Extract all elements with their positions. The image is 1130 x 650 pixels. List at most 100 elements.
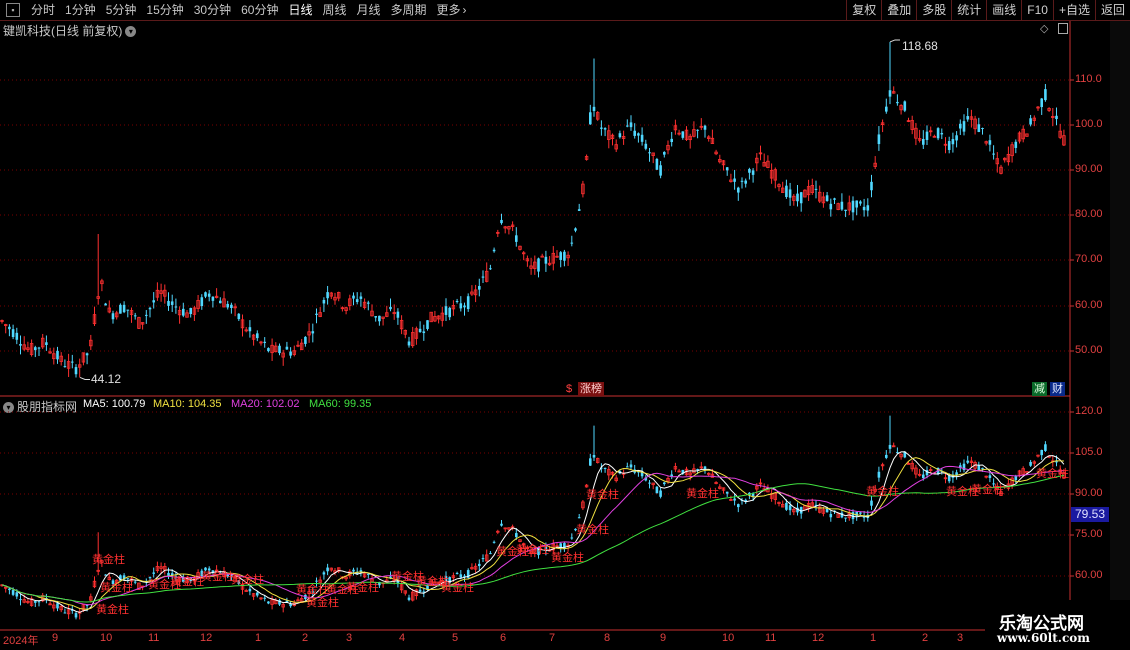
ind-candle-body	[570, 537, 574, 539]
main-candle-body	[478, 286, 481, 290]
ind-candle-body	[648, 482, 651, 484]
main-candle-body	[355, 299, 359, 303]
golden-pillar-signal: 黄金柱	[296, 584, 329, 596]
ind-candle-body	[626, 466, 629, 468]
main-candle-body	[785, 185, 788, 198]
ind-candle-body	[489, 553, 492, 555]
main-candle-body	[352, 295, 355, 299]
time-axis-label: 1	[255, 632, 262, 644]
ind-candle-body	[459, 574, 463, 578]
main-candle-body	[289, 351, 292, 356]
main-candle-body	[374, 316, 377, 318]
main-candle-body	[230, 304, 233, 308]
main-y-tick-label: 80.00	[1075, 208, 1103, 220]
zhangbang-badge[interactable]: 涨榜	[578, 382, 604, 396]
main-candle-body	[922, 139, 925, 145]
main-candle-body	[855, 200, 858, 208]
main-candle-body	[825, 195, 829, 202]
main-candle-body	[226, 303, 229, 308]
main-candle-body	[626, 125, 629, 127]
ind-candle-body	[629, 464, 633, 468]
watermark: 乐淘公式网 www.60lt.com	[985, 600, 1130, 650]
main-candle-body	[448, 307, 451, 318]
ind-candle-body	[19, 599, 22, 601]
main-candle-body	[733, 178, 736, 182]
jian-badge[interactable]: 减	[1032, 382, 1047, 396]
golden-pillar-signal: 黄金柱	[551, 552, 584, 564]
main-candle-body	[237, 313, 241, 320]
ind-candle-body	[133, 581, 137, 583]
ind-candle-body	[977, 465, 981, 471]
main-candle-body	[648, 152, 651, 154]
golden-pillar-signal: 黄金柱	[866, 486, 899, 498]
main-candle-body	[500, 219, 503, 224]
ind-candle-body	[733, 498, 736, 501]
golden-pillar-signal: 黄金柱	[516, 544, 549, 556]
main-candle-body	[315, 313, 318, 315]
main-candle-body	[285, 346, 289, 350]
ind-candle-body	[204, 567, 207, 571]
main-candle-body	[389, 306, 392, 310]
main-candle-body	[444, 306, 448, 315]
money-icon[interactable]: $	[566, 382, 572, 396]
main-candle-body	[426, 320, 429, 329]
ind-candle-body	[577, 517, 581, 519]
main-candle-body	[600, 127, 603, 129]
main-candle-body	[862, 206, 866, 211]
main-candle-body	[796, 193, 799, 202]
main-candle-body	[737, 187, 740, 193]
ind-candle-body	[315, 580, 318, 582]
main-candle-body	[703, 125, 707, 130]
main-candle-body	[947, 141, 951, 150]
time-axis-label: 3	[346, 632, 353, 644]
golden-pillar-signal: 黄金柱	[100, 582, 133, 594]
main-candle-body	[515, 235, 518, 242]
main-candle-body	[74, 367, 78, 375]
main-candle-body	[896, 101, 899, 104]
main-candle-body	[204, 292, 207, 297]
main-candle-body	[174, 306, 178, 308]
time-axis-label: 3	[957, 632, 964, 644]
main-candle-body	[936, 128, 940, 139]
low-pointer	[79, 376, 90, 380]
ind-candle-body	[696, 468, 699, 470]
main-candle-body	[633, 130, 636, 136]
main-candle-body	[618, 133, 622, 138]
main-candle-body	[311, 331, 315, 334]
time-axis-label: 11	[148, 632, 160, 644]
main-candle-body	[959, 123, 962, 129]
time-axis-label: 9	[660, 632, 667, 644]
main-candle-body	[207, 293, 211, 297]
main-candle-body	[681, 131, 685, 138]
ind-candle-body	[844, 517, 847, 519]
main-candle-body	[152, 300, 155, 303]
ind-candle-body	[947, 475, 951, 482]
main-candle-body	[851, 200, 855, 213]
main-candle-body	[304, 336, 307, 344]
main-candle-body	[200, 297, 204, 307]
ind-candle-body	[859, 512, 862, 514]
ind-candle-body	[152, 572, 155, 574]
ind-candle-body	[829, 513, 833, 518]
time-axis-label: 4	[399, 632, 406, 644]
main-candle-body	[267, 348, 270, 352]
ind-y-tick-label: 90.00	[1075, 487, 1103, 499]
cai-badge[interactable]: 财	[1050, 382, 1065, 396]
ind-candle-body	[589, 458, 592, 466]
main-candle-body	[603, 128, 607, 130]
main-candle-body	[696, 129, 699, 131]
main-candle-body	[396, 311, 400, 318]
main-candle-body	[133, 315, 137, 317]
ind-candle-body	[877, 471, 881, 478]
main-candle-body	[359, 296, 363, 299]
main-candle-body	[1029, 118, 1032, 125]
main-candle-body	[8, 326, 11, 330]
ind-candle-body	[1029, 461, 1032, 466]
ind-candle-body	[885, 454, 888, 458]
main-y-tick-label: 100.0	[1075, 118, 1103, 130]
main-candle-body	[592, 106, 596, 111]
main-candle-body	[19, 343, 22, 346]
main-candle-body	[833, 198, 836, 200]
ind-candle-body	[922, 474, 925, 479]
ind-candle-body	[788, 505, 792, 511]
